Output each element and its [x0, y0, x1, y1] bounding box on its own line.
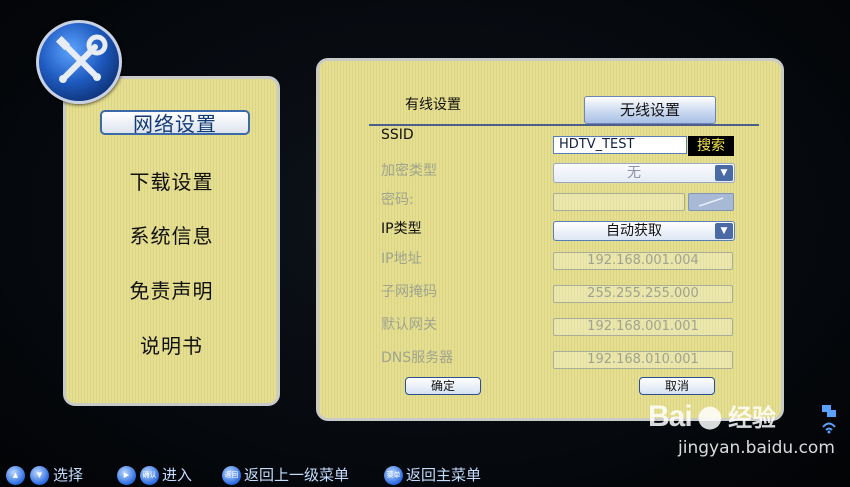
- hint-back-previous: 返回上一级菜单: [244, 466, 350, 484]
- right-arrow-icon: ▶: [117, 466, 136, 485]
- subnet-mask-label: 子网掩码: [381, 284, 437, 300]
- up-arrow-icon: ▲: [6, 466, 25, 485]
- chevron-down-icon: ▼: [715, 165, 733, 181]
- hint-enter: 进入: [162, 466, 193, 484]
- down-arrow-icon: ▼: [30, 466, 49, 485]
- network-status-icon: [820, 403, 838, 435]
- ip-type-select[interactable]: 自动获取 ▼: [553, 221, 735, 241]
- confirm-button[interactable]: 确定: [405, 377, 481, 395]
- ip-type-value: 自动获取: [606, 223, 662, 239]
- paw-icon: ●: [696, 399, 723, 434]
- network-settings-panel: 有线设置 无线设置 SSID HDTV_TEST 搜索 加密类型 无 ▼ 密码:…: [316, 58, 784, 421]
- watermark-site: jingyan.baidu.com: [678, 438, 835, 458]
- dns-server-label: DNS服务器: [381, 350, 454, 366]
- hint-select: 选择: [53, 466, 84, 484]
- menu-item-download[interactable]: 下载设置: [66, 166, 277, 195]
- cancel-button[interactable]: 取消: [639, 377, 715, 395]
- gateway-label: 默认网关: [381, 317, 437, 333]
- ssid-label: SSID: [381, 127, 414, 143]
- encryption-type-label: 加密类型: [381, 163, 437, 179]
- menu-item-system-info[interactable]: 系统信息: [66, 220, 277, 249]
- password-label: 密码:: [381, 192, 414, 208]
- menu-item-disclaimer[interactable]: 免责声明: [66, 275, 277, 304]
- watermark-brand: Bai: [648, 400, 693, 433]
- ok-key-icon: 确认: [140, 466, 159, 485]
- encryption-type-select[interactable]: 无 ▼: [553, 163, 735, 183]
- settings-tools-icon: [36, 20, 122, 104]
- encryption-type-value: 无: [627, 165, 641, 181]
- back-key-icon: 返回: [222, 466, 241, 485]
- ssid-input[interactable]: HDTV_TEST: [553, 136, 687, 154]
- subnet-mask-input[interactable]: 255.255.255.000: [553, 285, 733, 303]
- search-button[interactable]: 搜索: [688, 136, 734, 156]
- dns-server-input[interactable]: 192.168.010.001: [553, 351, 733, 369]
- tv-screen: 网络设置 下载设置 系统信息 免责声明 说明书 有线设置 无线设置 SSID H…: [0, 0, 850, 487]
- baidu-watermark: Bai ● 经验 jingyan.baidu.com: [648, 398, 835, 458]
- menu-item-manual[interactable]: 说明书: [66, 330, 277, 359]
- password-input[interactable]: [553, 193, 685, 211]
- chevron-down-icon: ▼: [715, 223, 733, 239]
- gateway-input[interactable]: 192.168.001.001: [553, 318, 733, 336]
- menu-item-network[interactable]: 网络设置: [100, 110, 250, 136]
- keyboard-icon: [698, 197, 724, 207]
- tab-wireless-settings[interactable]: 无线设置: [584, 96, 716, 124]
- ip-type-label: IP类型: [381, 221, 422, 237]
- watermark-brand-cn: 经验: [728, 404, 777, 432]
- menu-key-icon: 菜单: [384, 466, 403, 485]
- hint-back-main: 返回主菜单: [406, 466, 482, 484]
- settings-menu-panel: 网络设置 下载设置 系统信息 免责声明 说明书: [63, 76, 280, 406]
- tab-wired-settings[interactable]: 有线设置: [405, 94, 461, 114]
- ip-address-label: IP地址: [381, 251, 422, 267]
- keyboard-button[interactable]: [688, 193, 734, 211]
- tab-divider: [369, 124, 759, 126]
- ip-address-input[interactable]: 192.168.001.004: [553, 252, 733, 270]
